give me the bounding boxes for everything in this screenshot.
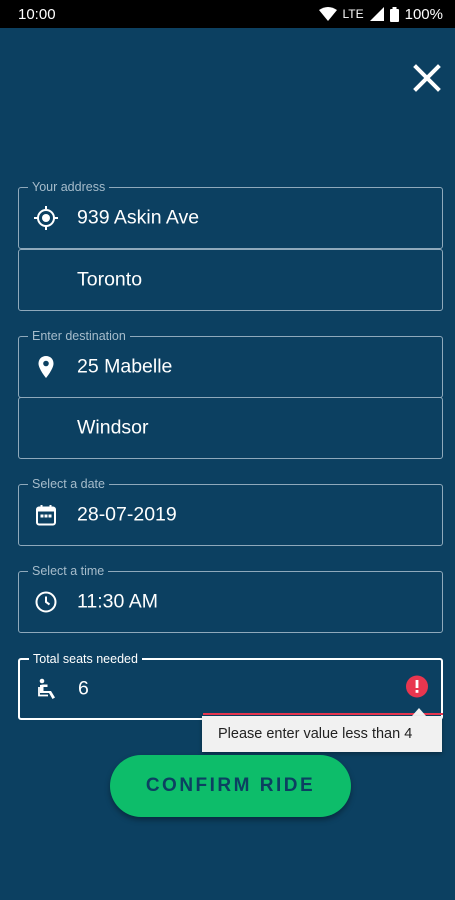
- status-indicators: LTE 100%: [318, 5, 443, 23]
- clock-icon: [33, 589, 59, 615]
- wifi-icon: [318, 7, 337, 21]
- time-field[interactable]: Select a time 11:30 AM: [18, 564, 443, 633]
- seat-icon: [34, 676, 60, 702]
- tooltip-arrow: [412, 708, 426, 716]
- address-city-field[interactable]: Toronto: [18, 249, 443, 311]
- error-icon: [405, 675, 429, 704]
- location-pin-icon: [33, 354, 59, 380]
- close-icon: [413, 64, 441, 92]
- destination-street-field[interactable]: Enter destination 25 Mabelle: [18, 329, 443, 398]
- confirm-ride-button[interactable]: CONFIRM RIDE: [110, 755, 351, 817]
- battery-level: 100%: [404, 5, 443, 23]
- seats-value: 6: [78, 677, 89, 700]
- address-street-value: 939 Askin Ave: [77, 206, 200, 229]
- error-message: Please enter value less than 4: [218, 726, 413, 742]
- address-city-value: Toronto: [77, 268, 143, 291]
- time-label: Select a time: [28, 564, 109, 579]
- battery-icon: [389, 6, 399, 22]
- address-label: Your address: [28, 180, 110, 195]
- destination-city-value: Windsor: [77, 416, 149, 439]
- date-label: Select a date: [28, 477, 109, 492]
- address-street-field[interactable]: Your address 939 Askin Ave: [18, 180, 443, 249]
- status-time: 10:00: [18, 5, 56, 23]
- calendar-icon: [33, 502, 59, 528]
- error-tooltip: Please enter value less than 4: [202, 716, 442, 752]
- destination-city-field[interactable]: Windsor: [18, 397, 443, 459]
- my-location-icon: [33, 205, 59, 231]
- network-label: LTE: [342, 7, 364, 21]
- close-button[interactable]: [409, 60, 445, 96]
- signal-icon: [369, 7, 384, 21]
- time-value: 11:30 AM: [77, 590, 158, 613]
- destination-label: Enter destination: [28, 329, 130, 344]
- date-value: 28-07-2019: [77, 503, 177, 526]
- status-bar: 10:00 LTE 100%: [0, 0, 455, 28]
- destination-street-value: 25 Mabelle: [77, 355, 173, 378]
- date-field[interactable]: Select a date 28-07-2019: [18, 477, 443, 546]
- seats-field[interactable]: Total seats needed 6: [18, 652, 443, 720]
- error-underline: [203, 713, 443, 715]
- seats-label: Total seats needed: [29, 652, 142, 667]
